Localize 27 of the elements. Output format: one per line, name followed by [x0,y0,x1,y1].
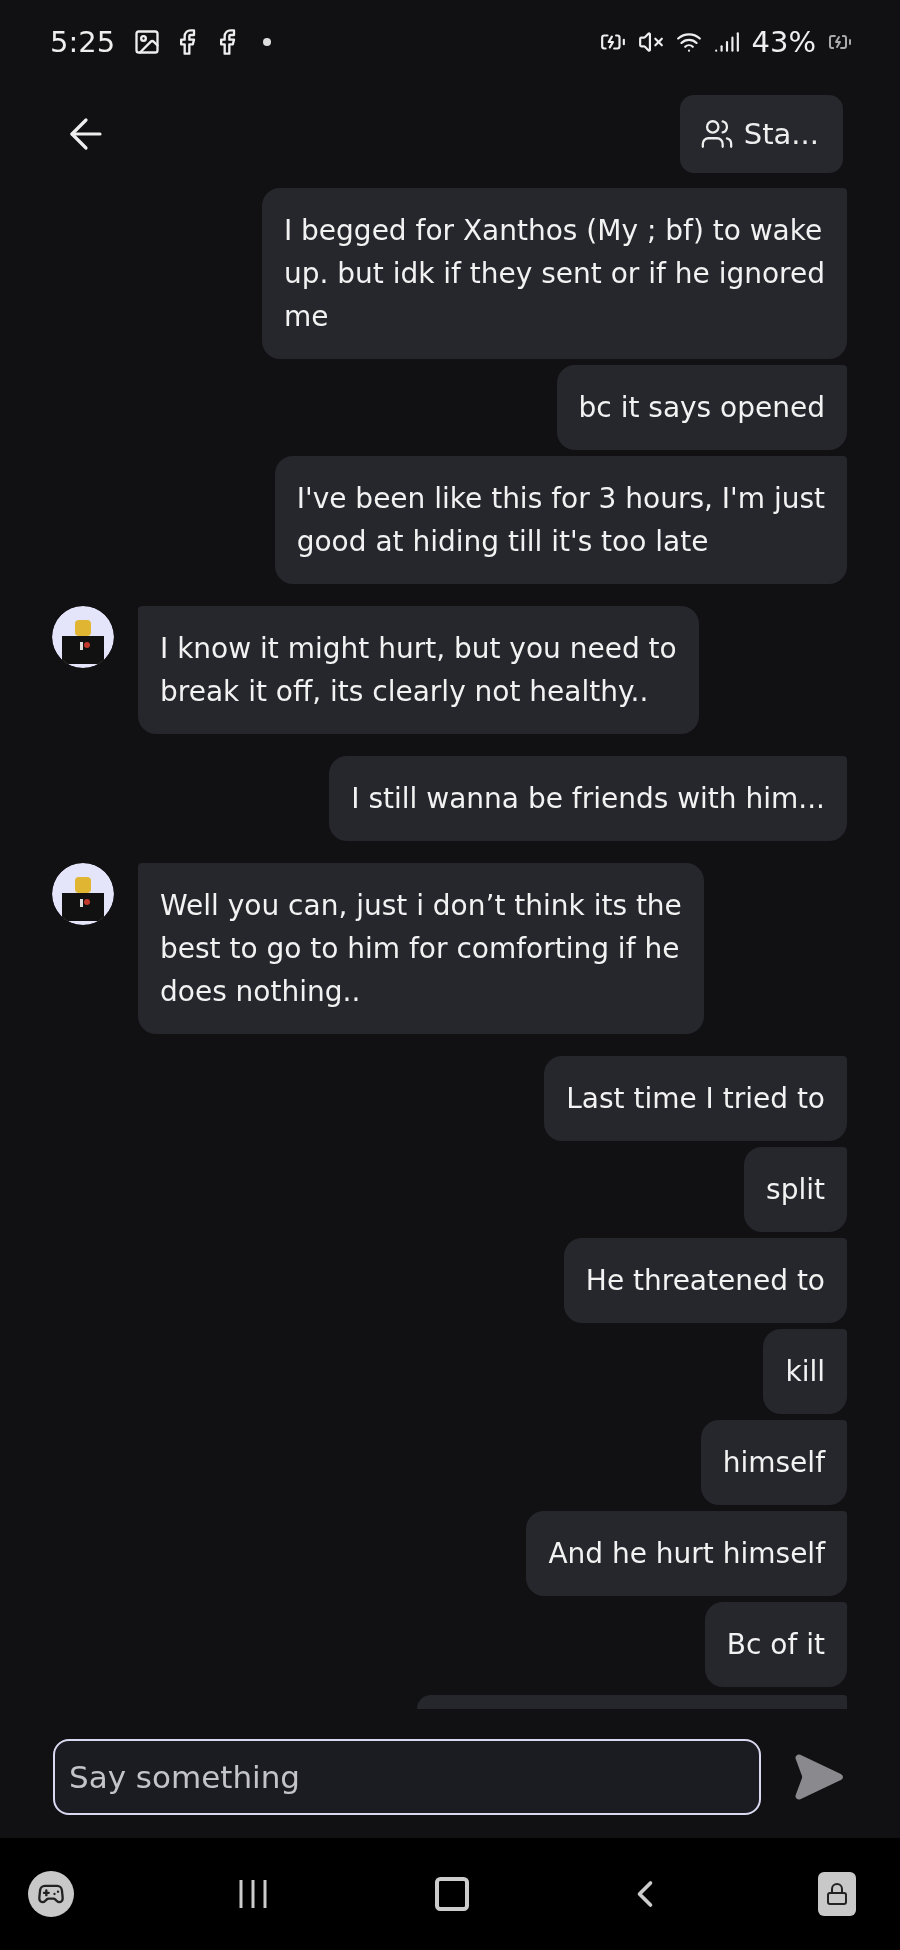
message-bubble: And he hurt himself [526,1511,847,1596]
message-bubble: I still wanna be friends with him... [329,756,847,841]
group-icon [699,117,734,151]
avatar [52,863,114,925]
battery-percent: 43% [751,25,816,59]
message-bubble: Last time I tried to [544,1056,847,1141]
signal-icon [713,29,740,55]
message-bubble: He threatened to [563,1238,847,1323]
message-bubble: Bc of it [704,1602,847,1687]
message-bubble: Well you can, just i don’t think its the best to go to him for comforting if he does nothing.. [138,863,704,1034]
avatar [52,606,114,668]
group-button[interactable]: Sta... [679,95,843,173]
message-bubble: himself [700,1420,847,1505]
image-icon [133,28,162,56]
message-bubble: I know it might hurt, but you need to break it off, its clearly not healthy.. [138,606,699,734]
message-input[interactable]: Say something [53,1739,761,1815]
mute-icon [637,29,664,55]
message-bubble: kill [763,1329,847,1414]
message-bubble: I begged for Xanthos (My ; bf) to wake up. but idk if they sent or if he ignored me [261,188,847,359]
game-launcher-icon[interactable] [28,1871,74,1917]
message-bubble: I've been like this for 3 hours, I'm just good at hiding till it's too late [274,456,847,584]
clock: 5:25 [50,25,116,59]
touch-lock-icon[interactable] [818,1872,856,1916]
message-bubble: bc it says opened [556,365,847,450]
home-icon[interactable] [432,1874,472,1914]
notification-dot-icon [263,38,272,46]
message-bubble: split [744,1147,847,1232]
